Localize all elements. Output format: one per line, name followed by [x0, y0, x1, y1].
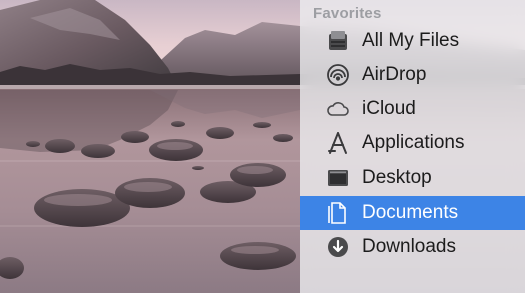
airdrop-icon: [324, 61, 352, 89]
documents-icon: [324, 199, 352, 227]
sidebar-item-label: Desktop: [362, 167, 432, 188]
desktop-icon: [324, 164, 352, 192]
icloud-icon: [324, 95, 352, 123]
sidebar-item-documents[interactable]: Documents: [300, 196, 525, 230]
sidebar-item-label: AirDrop: [362, 64, 427, 85]
all-my-files-icon: [324, 27, 352, 55]
sidebar-item-label: Downloads: [362, 236, 456, 257]
sidebar-item-airdrop[interactable]: AirDrop: [300, 58, 525, 92]
sidebar-item-label: Applications: [362, 132, 465, 153]
sidebar-item-icloud[interactable]: iCloud: [300, 92, 525, 126]
sidebar-item-label: Documents: [362, 202, 459, 223]
sidebar-item-applications[interactable]: Applications: [300, 126, 525, 160]
finder-screen: Favorites All My Files AirDrop iCloud Ap…: [0, 0, 525, 293]
finder-sidebar: Favorites All My Files AirDrop iCloud Ap…: [300, 0, 525, 293]
applications-icon: [324, 129, 352, 157]
sidebar-item-label: iCloud: [362, 98, 416, 119]
downloads-icon: [324, 233, 352, 261]
sidebar-item-downloads[interactable]: Downloads: [300, 230, 525, 264]
sidebar-item-desktop[interactable]: Desktop: [300, 161, 525, 195]
sidebar-item-label: All My Files: [362, 30, 460, 51]
favorites-section-title: Favorites: [313, 5, 382, 22]
sidebar-item-all-my-files[interactable]: All My Files: [300, 24, 525, 58]
